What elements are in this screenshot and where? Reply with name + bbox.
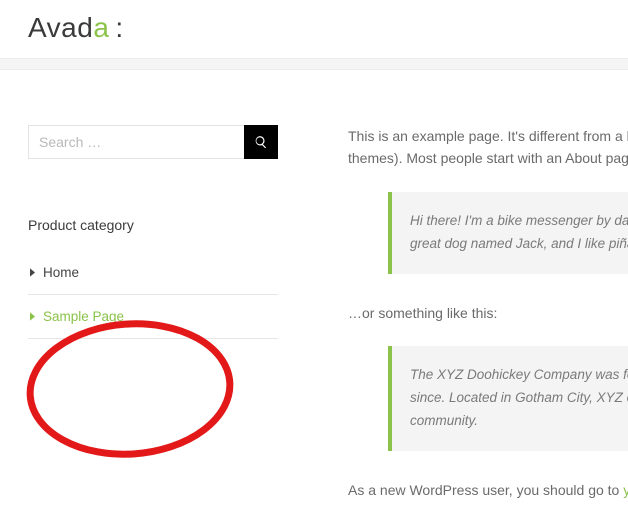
main-content: This is an example page. It's different … xyxy=(348,125,628,523)
site-header: Avada: xyxy=(0,0,628,52)
quote-line: community. xyxy=(410,410,610,433)
bridge-text: …or something like this: xyxy=(348,302,628,324)
sidebar-item-label: Home xyxy=(43,265,79,280)
chevron-right-icon xyxy=(30,268,35,277)
sidebar-item-label: Sample Page xyxy=(43,309,124,324)
search-button[interactable] xyxy=(244,125,278,159)
outro-paragraph: As a new WordPress user, you should go t… xyxy=(348,479,628,501)
top-divider-strip xyxy=(0,58,628,70)
chevron-right-icon xyxy=(30,312,35,321)
quote-line: The XYZ Doohickey Company was fou xyxy=(410,364,610,387)
dashboard-link[interactable]: your xyxy=(623,482,628,498)
quote-line: since. Located in Gotham City, XYZ em xyxy=(410,387,610,410)
logo-punct: : xyxy=(115,12,123,43)
quote-line: great dog named Jack, and I like piña xyxy=(410,233,610,256)
page-layout: Product category Home Sample Page xyxy=(0,70,628,523)
sidebar-nav-list: Home Sample Page xyxy=(28,251,278,339)
sidebar-widget-title: Product category xyxy=(28,217,278,233)
search-form xyxy=(28,125,278,159)
blockquote-bio: Hi there! I'm a bike messenger by day gr… xyxy=(388,192,628,274)
logo-text-accent: a xyxy=(93,12,109,43)
outro-text: As a new WordPress user, you should go t… xyxy=(348,482,623,498)
sidebar: Product category Home Sample Page xyxy=(28,125,278,339)
intro-paragraph: This is an example page. It's different … xyxy=(348,125,628,170)
sidebar-item-sample-page[interactable]: Sample Page xyxy=(28,295,278,339)
sidebar-item-home[interactable]: Home xyxy=(28,251,278,295)
logo-text-main: Avad xyxy=(28,12,93,43)
quote-line: Hi there! I'm a bike messenger by day xyxy=(410,210,610,233)
search-input[interactable] xyxy=(28,125,244,159)
intro-line: This is an example page. It's different … xyxy=(348,125,628,147)
intro-line: themes). Most people start with an About… xyxy=(348,147,628,169)
search-icon xyxy=(254,135,268,149)
blockquote-company: The XYZ Doohickey Company was fou since.… xyxy=(388,346,628,451)
site-logo[interactable]: Avada: xyxy=(28,12,124,43)
